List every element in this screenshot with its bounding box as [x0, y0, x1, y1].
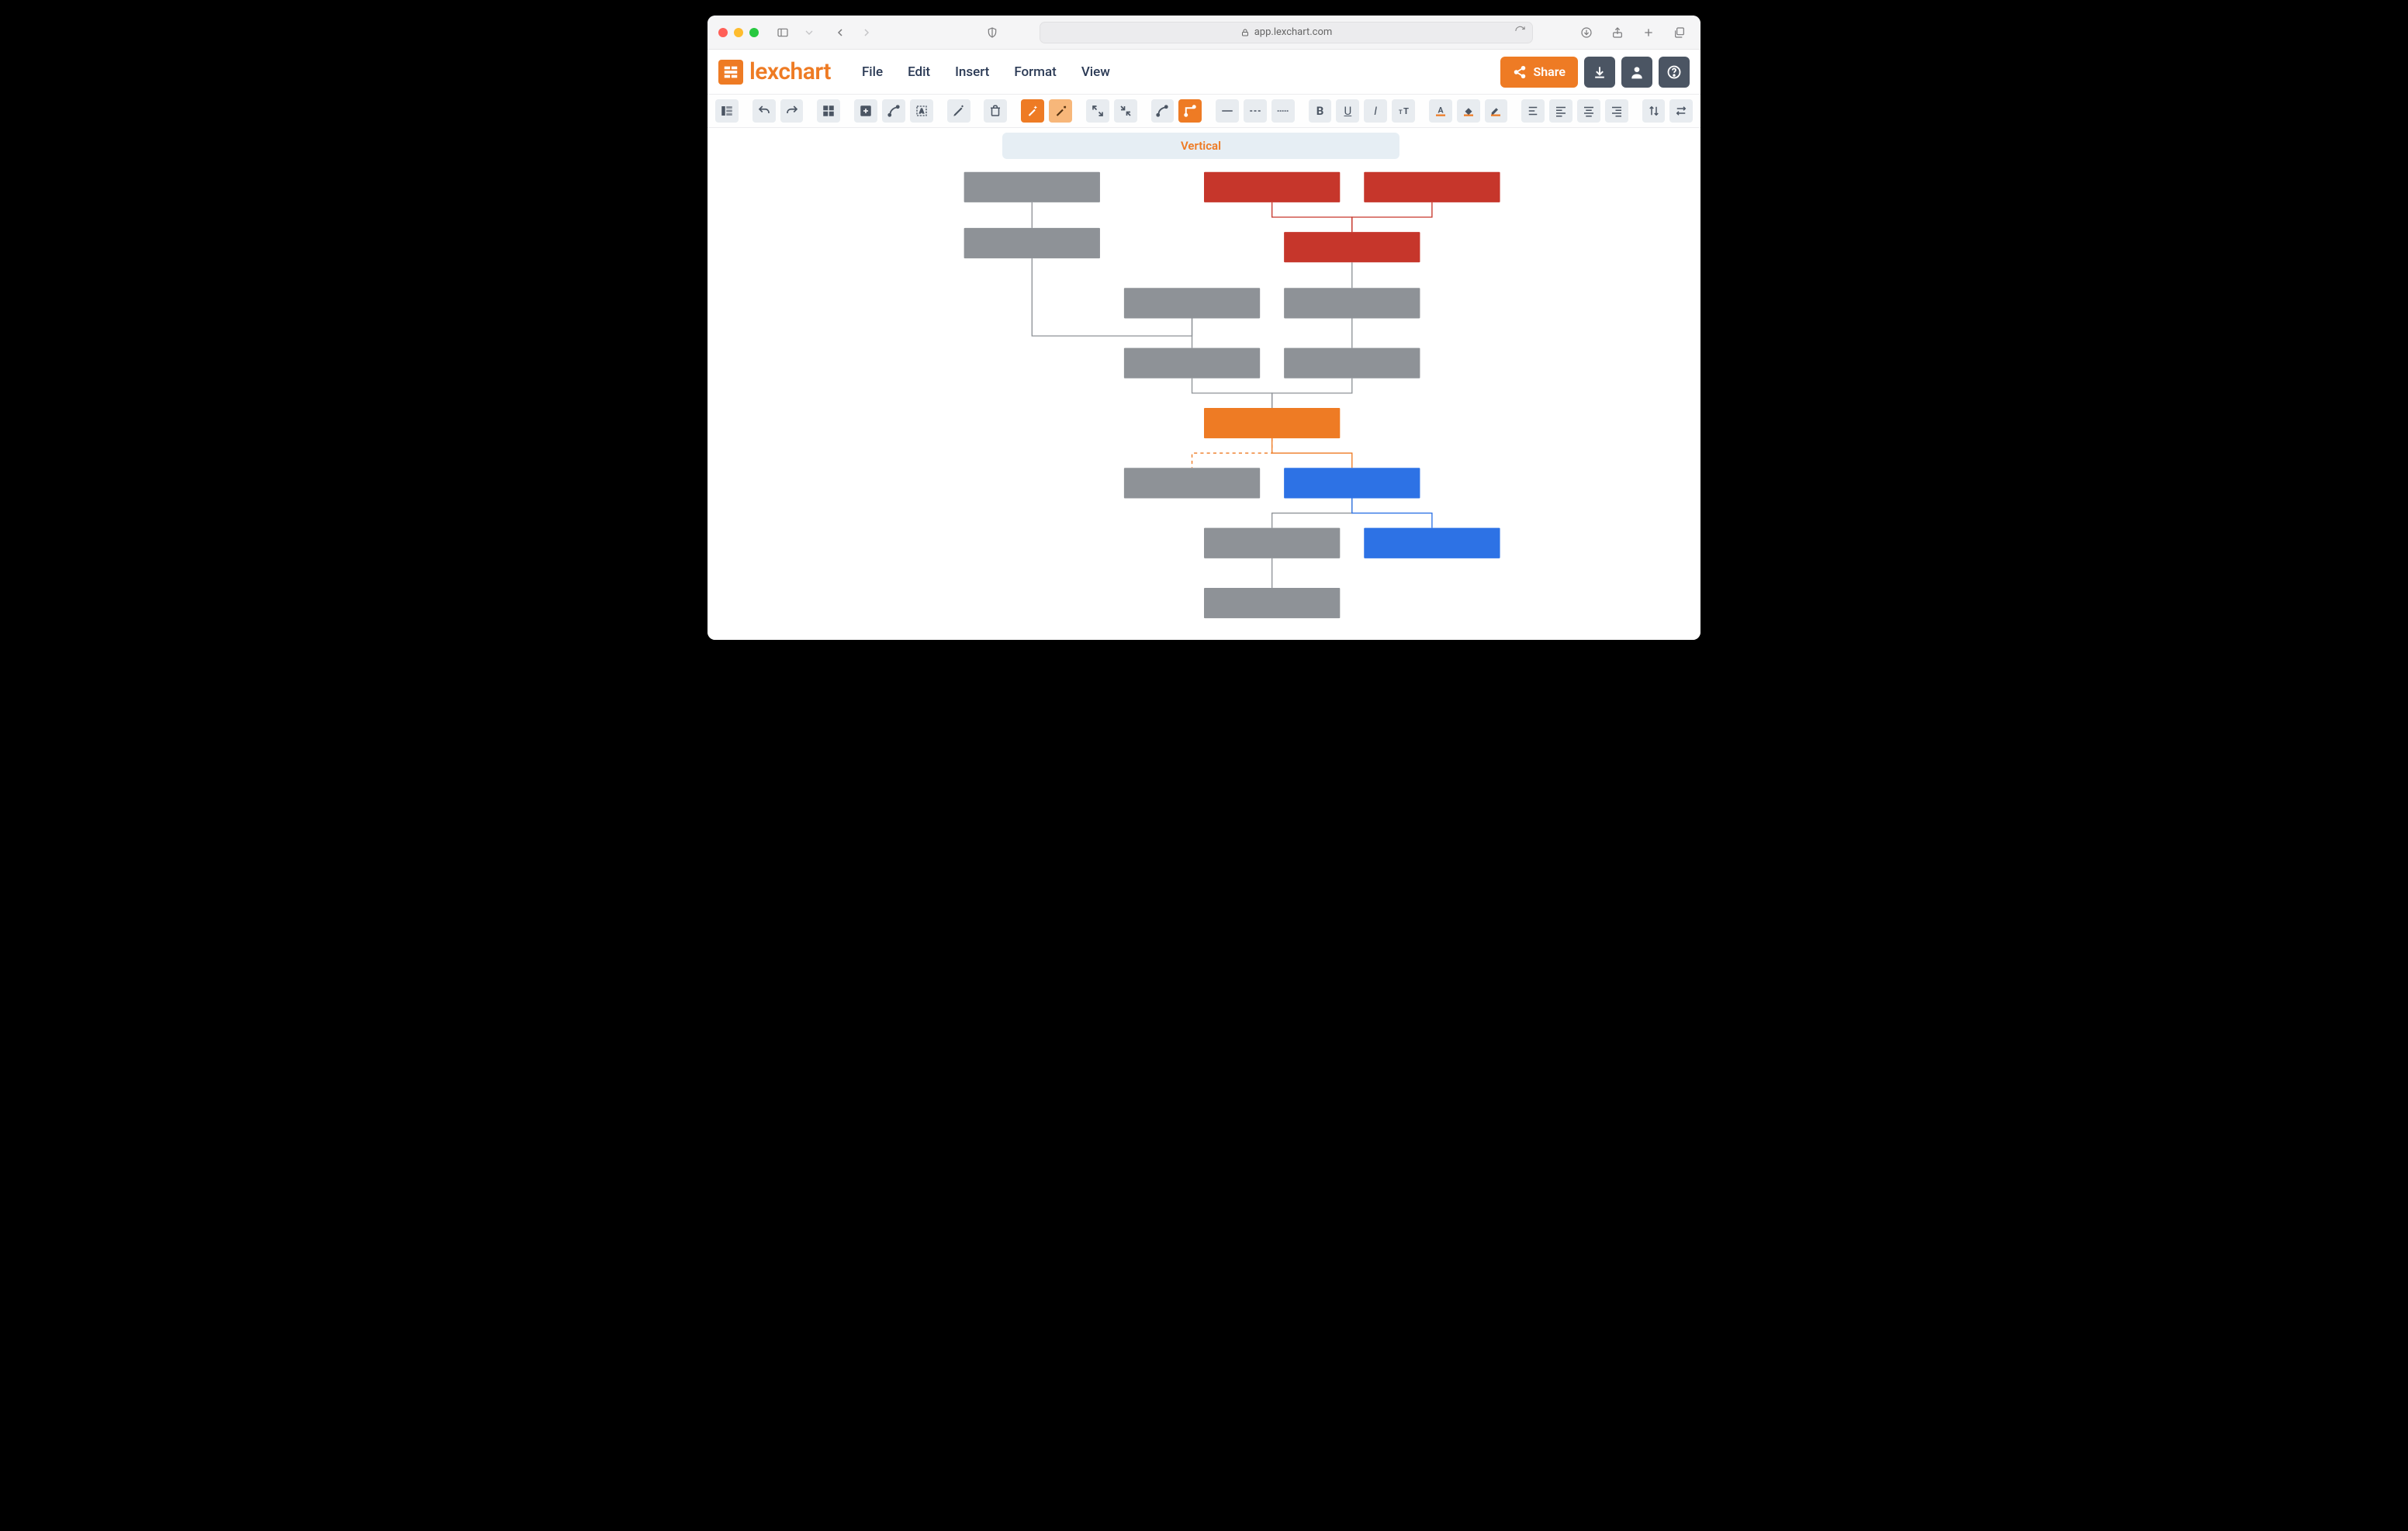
- share-nodes-icon: [1513, 65, 1527, 79]
- tool-text-color[interactable]: A: [1429, 99, 1452, 123]
- tool-fill-color[interactable]: [1457, 99, 1480, 123]
- chart-node[interactable]: [1204, 172, 1340, 202]
- reload-icon[interactable]: [1514, 25, 1526, 40]
- new-tab-icon[interactable]: [1638, 22, 1659, 43]
- app-logo[interactable]: lexchart: [718, 58, 831, 85]
- share-label: Share: [1533, 64, 1566, 79]
- tool-pencil[interactable]: [947, 99, 970, 123]
- tool-text-frame[interactable]: A: [910, 99, 933, 123]
- tool-expand[interactable]: [1086, 99, 1109, 123]
- toolbar: ABUITTA: [708, 95, 1700, 128]
- tool-bold[interactable]: B: [1309, 99, 1332, 123]
- tool-undo[interactable]: [752, 99, 776, 123]
- tool-line-solid[interactable]: [1216, 99, 1239, 123]
- tool-collapse[interactable]: [1114, 99, 1137, 123]
- url-bar[interactable]: app.lexchart.com: [1040, 22, 1533, 43]
- canvas[interactable]: Vertical: [708, 128, 1700, 640]
- chart-node[interactable]: [1204, 408, 1340, 438]
- account-button[interactable]: [1621, 57, 1652, 88]
- shield-icon[interactable]: [982, 22, 1002, 43]
- chevron-down-icon[interactable]: [799, 22, 819, 43]
- tabs-icon[interactable]: [1669, 22, 1690, 43]
- chart-node[interactable]: [1284, 468, 1420, 498]
- tool-underline[interactable]: U: [1336, 99, 1359, 123]
- chart-node[interactable]: [1124, 288, 1260, 318]
- tool-line-dotted[interactable]: [1271, 99, 1295, 123]
- app-menu: File Edit Insert Format View: [862, 64, 1110, 80]
- tool-align-right[interactable]: [1605, 99, 1628, 123]
- close-window-icon[interactable]: [718, 28, 728, 37]
- tool-magic-auto-alt[interactable]: [1049, 99, 1072, 123]
- logo-mark-icon: [718, 60, 743, 85]
- minimize-window-icon[interactable]: [734, 28, 743, 37]
- layout-tooltip: Vertical: [1002, 133, 1399, 159]
- nav-back-icon[interactable]: [830, 22, 850, 43]
- chart-node[interactable]: [1284, 348, 1420, 378]
- downloads-icon[interactable]: [1576, 22, 1597, 43]
- lock-icon: [1240, 28, 1250, 37]
- chart-node[interactable]: [1204, 588, 1340, 618]
- window-controls: [718, 28, 759, 37]
- chart-node[interactable]: [1284, 288, 1420, 318]
- chart-node[interactable]: [964, 172, 1100, 202]
- app-actions: Share: [1500, 57, 1690, 88]
- logo-text: lexchart: [749, 58, 831, 85]
- svg-text:A: A: [1438, 105, 1444, 115]
- chart-node[interactable]: [1284, 232, 1420, 262]
- tool-magic-auto[interactable]: [1021, 99, 1044, 123]
- menu-file[interactable]: File: [862, 64, 883, 80]
- svg-text:A: A: [919, 108, 924, 116]
- chart-node[interactable]: [1124, 348, 1260, 378]
- menu-insert[interactable]: Insert: [955, 64, 989, 80]
- share-icon[interactable]: [1607, 22, 1628, 43]
- tooltip-text: Vertical: [1181, 139, 1221, 153]
- tool-add-box[interactable]: [854, 99, 877, 123]
- url-text: app.lexchart.com: [1254, 26, 1333, 38]
- fullscreen-window-icon[interactable]: [749, 28, 759, 37]
- app-menu-bar: lexchart File Edit Insert Format View Sh…: [708, 50, 1700, 95]
- menu-view[interactable]: View: [1081, 64, 1110, 80]
- download-button[interactable]: [1584, 57, 1615, 88]
- tool-connector[interactable]: [882, 99, 905, 123]
- svg-text:T: T: [1403, 106, 1409, 116]
- tool-line-dashed[interactable]: [1244, 99, 1267, 123]
- tool-text-size[interactable]: TT: [1392, 99, 1415, 123]
- help-button[interactable]: [1659, 57, 1690, 88]
- tool-delete[interactable]: [984, 99, 1007, 123]
- tool-align-left[interactable]: [1549, 99, 1572, 123]
- nav-forward-icon[interactable]: [856, 22, 877, 43]
- menu-edit[interactable]: Edit: [908, 64, 930, 80]
- tool-grid-view[interactable]: [817, 99, 840, 123]
- chart-node[interactable]: [964, 228, 1100, 258]
- tool-connector-style-straight[interactable]: [1151, 99, 1175, 123]
- chart-node[interactable]: [1204, 528, 1340, 558]
- menu-format[interactable]: Format: [1014, 64, 1056, 80]
- tool-connector-style-elbow[interactable]: [1178, 99, 1202, 123]
- tool-align-distribute[interactable]: [1521, 99, 1545, 123]
- chart-node[interactable]: [1364, 172, 1500, 202]
- chart-node[interactable]: [1364, 528, 1500, 558]
- browser-window: app.lexchart.com lexchart: [708, 16, 1700, 640]
- browser-chrome: app.lexchart.com: [708, 16, 1700, 50]
- share-button[interactable]: Share: [1500, 57, 1578, 88]
- tool-layout-horizontal[interactable]: [1669, 99, 1693, 123]
- svg-text:T: T: [1399, 109, 1403, 116]
- chart-node[interactable]: [1124, 468, 1260, 498]
- chart-svg: [708, 128, 1700, 640]
- tool-redo[interactable]: [780, 99, 804, 123]
- tool-italic[interactable]: I: [1364, 99, 1387, 123]
- tool-panel-toggle[interactable]: [715, 99, 739, 123]
- tool-align-center[interactable]: [1577, 99, 1600, 123]
- tool-layout-vertical[interactable]: [1642, 99, 1666, 123]
- tool-border-color[interactable]: [1485, 99, 1508, 123]
- sidebar-toggle-icon[interactable]: [773, 22, 793, 43]
